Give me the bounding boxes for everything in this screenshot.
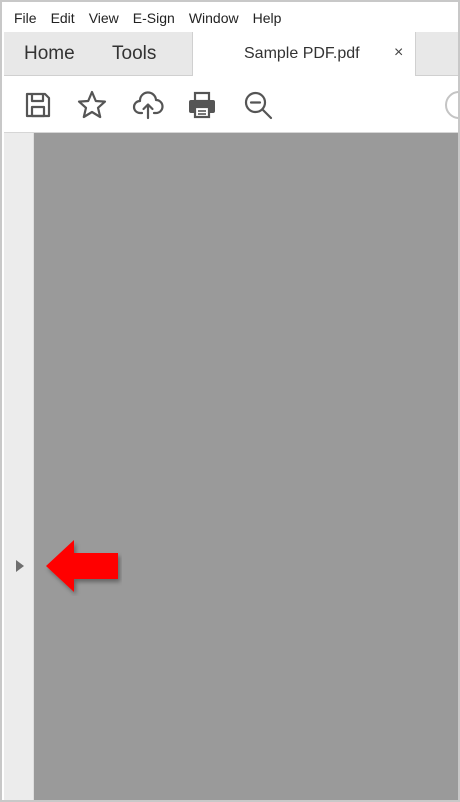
menu-window[interactable]: Window [189, 10, 239, 26]
app-window: File Edit View E-Sign Window Help Home T… [0, 0, 460, 802]
more-icon[interactable] [445, 91, 458, 119]
star-icon[interactable] [76, 89, 108, 121]
menu-view[interactable]: View [89, 10, 119, 26]
expand-pane-icon[interactable] [16, 560, 24, 572]
zoom-out-icon[interactable] [242, 89, 274, 121]
document-tab-title: Sample PDF.pdf [244, 45, 360, 62]
toolbar [4, 76, 458, 133]
tab-bar: Home Tools Sample PDF.pdf × [4, 32, 458, 77]
save-icon[interactable] [22, 89, 54, 121]
menu-help[interactable]: Help [253, 10, 282, 26]
cloud-upload-icon[interactable] [132, 89, 164, 121]
menu-esign[interactable]: E-Sign [133, 10, 175, 26]
tab-tools[interactable]: Tools [112, 43, 156, 65]
close-tab-icon[interactable]: × [394, 44, 403, 62]
tab-document[interactable]: Sample PDF.pdf × [192, 32, 416, 77]
tab-home[interactable]: Home [24, 43, 75, 65]
document-view[interactable] [34, 133, 458, 800]
menu-edit[interactable]: Edit [51, 10, 75, 26]
menu-file[interactable]: File [14, 10, 37, 26]
navigation-pane [4, 133, 34, 800]
print-icon[interactable] [186, 89, 218, 121]
menu-bar: File Edit View E-Sign Window Help [4, 4, 458, 32]
red-arrow-annotation [46, 540, 118, 592]
